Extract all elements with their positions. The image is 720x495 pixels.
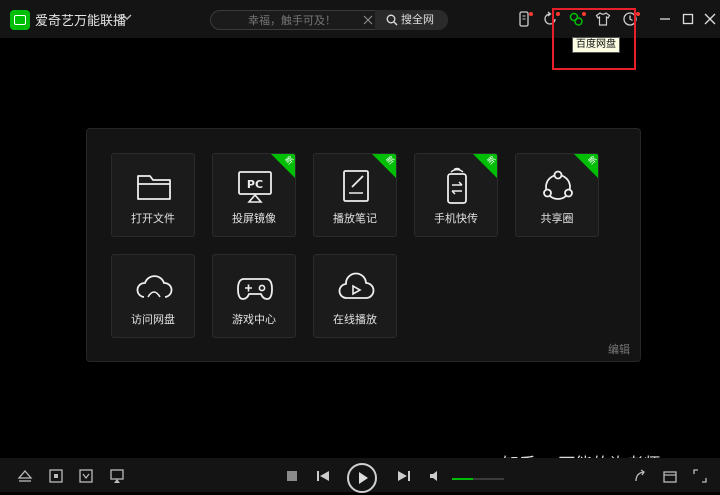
play-button[interactable] <box>347 463 377 493</box>
tool-phone-transfer[interactable]: 新 手机快传 <box>414 153 498 237</box>
stop-icon[interactable] <box>284 468 300 484</box>
screenshot-icon[interactable] <box>48 468 64 484</box>
folder-icon <box>134 166 174 206</box>
search-box: 搜全网 <box>210 10 448 30</box>
note-edit-icon <box>336 166 376 206</box>
eject-icon[interactable] <box>17 468 33 484</box>
tool-online-play[interactable]: 在线播放 <box>313 254 397 338</box>
tool-label: 手机快传 <box>434 212 478 225</box>
player-control-bar <box>0 458 720 493</box>
tool-label: 访问网盘 <box>131 313 175 326</box>
share-circle-icon <box>538 166 578 206</box>
search-button[interactable]: 搜全网 <box>375 10 448 30</box>
tool-label: 共享圈 <box>540 212 574 225</box>
tool-screen-cast[interactable]: PC 新 投屏镜像 <box>212 153 296 237</box>
highlight-box <box>552 8 636 70</box>
previous-icon[interactable] <box>315 468 331 484</box>
tool-share-circle[interactable]: 新 共享圈 <box>515 153 599 237</box>
tool-label: 在线播放 <box>333 313 377 326</box>
maximize-icon[interactable] <box>681 12 695 26</box>
volume-icon[interactable] <box>428 468 444 484</box>
search-input[interactable] <box>221 11 363 29</box>
chevron-down-icon[interactable] <box>122 13 132 21</box>
phone-transfer-icon <box>437 166 477 206</box>
tool-label: 打开文件 <box>131 212 175 225</box>
pc-cast-icon: PC <box>235 166 275 206</box>
gamepad-icon <box>235 267 275 307</box>
next-icon[interactable] <box>396 468 412 484</box>
playlist-icon[interactable] <box>662 468 678 484</box>
notification-dot <box>636 12 640 16</box>
notification-dot <box>529 12 533 16</box>
gif-icon[interactable] <box>78 468 94 484</box>
svg-text:PC: PC <box>247 178 263 191</box>
volume-level <box>452 478 473 480</box>
clear-icon[interactable] <box>363 15 373 25</box>
edit-link[interactable]: 编辑 <box>608 341 630 357</box>
cloud-icon <box>134 267 174 307</box>
tool-game-center[interactable]: 游戏中心 <box>212 254 296 338</box>
tool-visit-netdisk[interactable]: 访问网盘 <box>111 254 195 338</box>
tool-open-file[interactable]: 打开文件 <box>111 153 195 237</box>
close-icon[interactable] <box>703 12 717 26</box>
volume-slider[interactable] <box>452 478 504 480</box>
play-icon <box>359 472 368 484</box>
cloud-play-icon <box>336 267 376 307</box>
fullscreen-icon[interactable] <box>692 468 708 484</box>
tool-play-notes[interactable]: 新 播放笔记 <box>313 153 397 237</box>
search-button-label: 搜全网 <box>401 13 434 26</box>
search-icon <box>386 14 398 26</box>
app-logo-icon <box>10 10 30 30</box>
tools-panel: 打开文件 PC 新 投屏镜像 新 播放笔记 新 手机快传 新 共享圈 访问网盘 … <box>86 128 641 362</box>
app-title[interactable]: 爱奇艺万能联播 <box>35 10 126 29</box>
tool-label: 投屏镜像 <box>232 212 276 225</box>
tool-label: 游戏中心 <box>232 313 276 326</box>
minimize-icon[interactable] <box>658 12 672 26</box>
tool-label: 播放笔记 <box>333 212 377 225</box>
shortcut-icon[interactable] <box>632 468 648 484</box>
cast-screen-icon[interactable] <box>109 468 125 484</box>
